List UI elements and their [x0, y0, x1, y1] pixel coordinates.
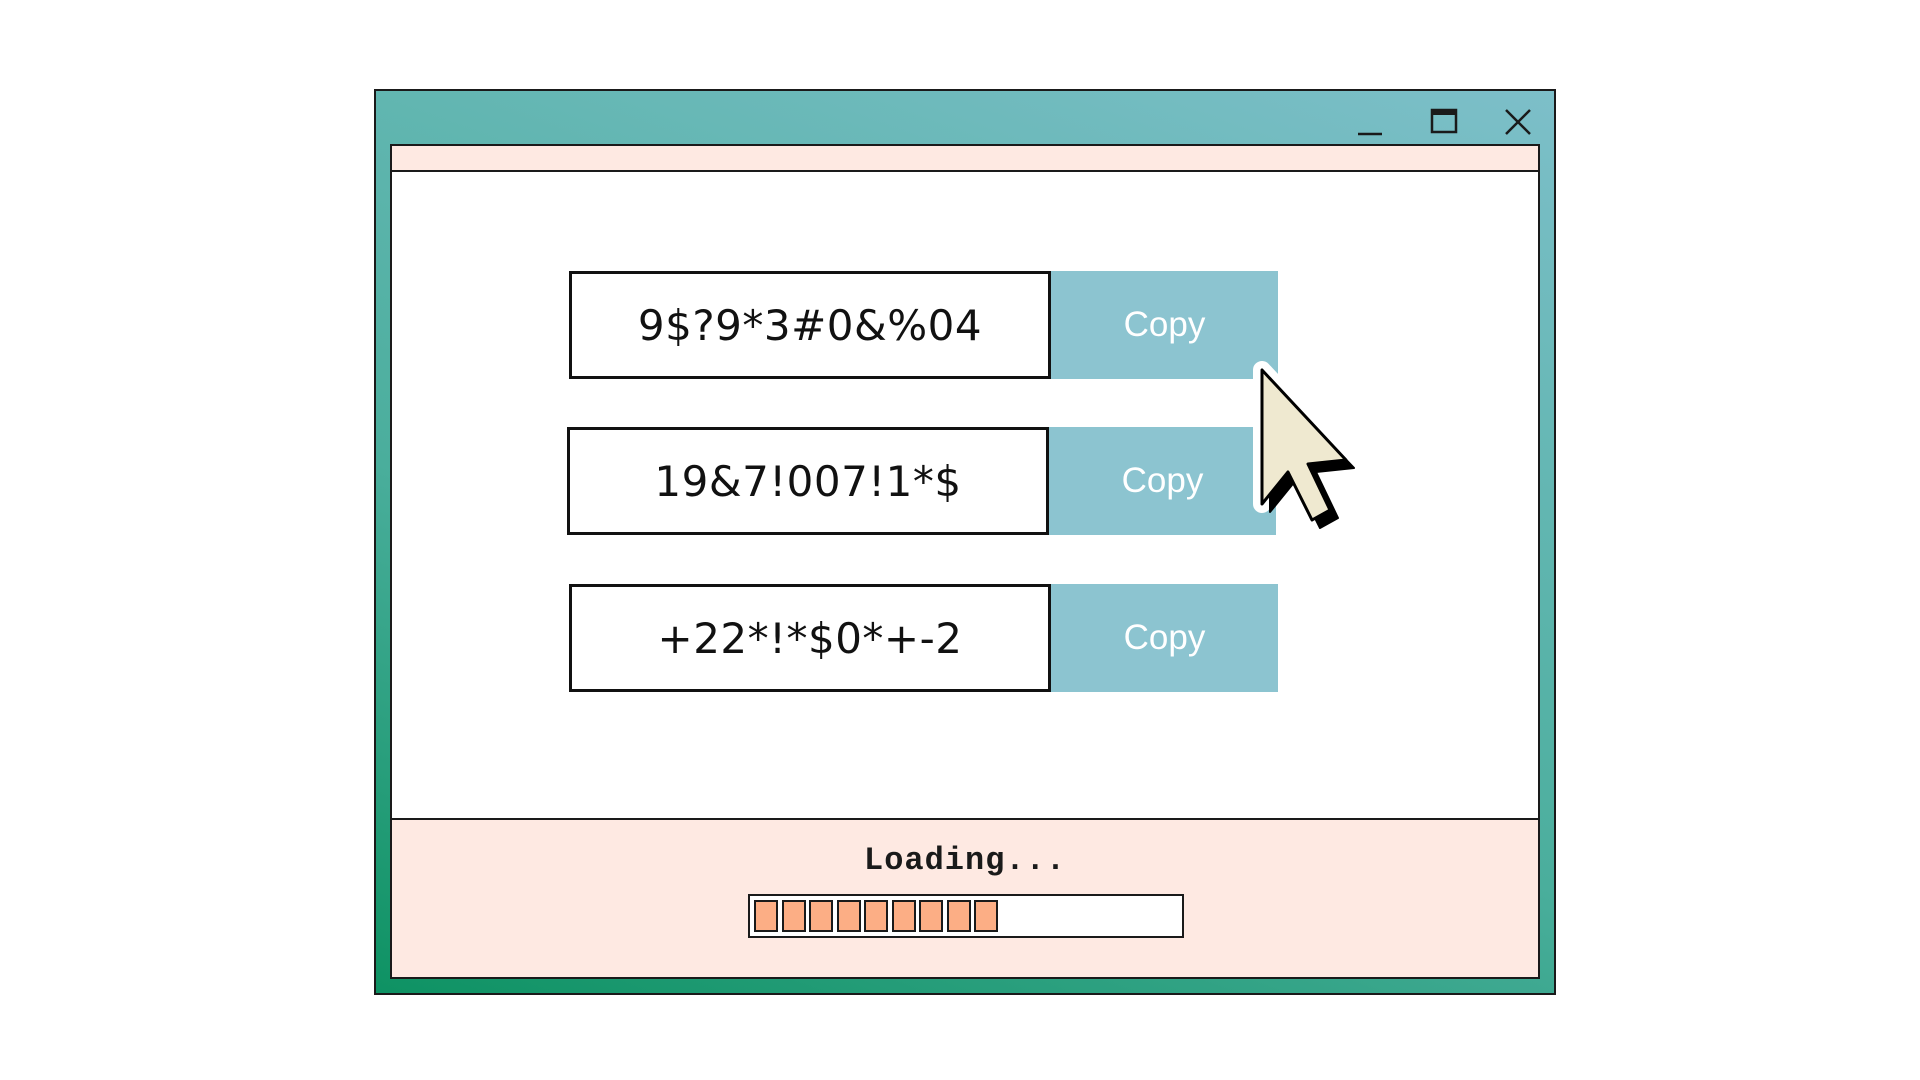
- password-field[interactable]: 9$?9*3#0&%04: [569, 271, 1051, 379]
- window-controls: [1348, 103, 1540, 143]
- status-panel: Loading...: [392, 818, 1538, 977]
- password-row: +22*!*$0*+-2 Copy: [569, 584, 1278, 692]
- progress-segment: [946, 900, 971, 932]
- progress-segment: [891, 900, 916, 932]
- progress-bar: [748, 894, 1184, 938]
- progress-segment: [864, 900, 888, 932]
- copy-button[interactable]: Copy: [1051, 584, 1278, 692]
- close-button[interactable]: [1496, 103, 1540, 143]
- desktop: 9$?9*3#0&%04 Copy 19&7!007!1*$ Copy +22*…: [0, 0, 1920, 1080]
- maximize-icon: [1430, 108, 1458, 134]
- minimize-icon: [1358, 132, 1382, 136]
- password-field[interactable]: +22*!*$0*+-2: [569, 584, 1051, 692]
- progress-segment: [754, 900, 778, 932]
- copy-button[interactable]: Copy: [1049, 427, 1276, 535]
- progress-segment: [836, 900, 861, 932]
- progress-segment: [809, 900, 833, 932]
- password-field[interactable]: 19&7!007!1*$: [567, 427, 1049, 535]
- loading-label: Loading...: [863, 842, 1067, 879]
- password-row: 19&7!007!1*$ Copy: [567, 427, 1276, 535]
- window-client-area: 9$?9*3#0&%04 Copy 19&7!007!1*$ Copy +22*…: [390, 144, 1540, 979]
- progress-segment: [781, 900, 806, 932]
- password-list: 9$?9*3#0&%04 Copy 19&7!007!1*$ Copy +22*…: [392, 172, 1538, 820]
- close-icon: [1505, 109, 1531, 135]
- copy-button[interactable]: Copy: [1051, 271, 1278, 379]
- progress-segment: [919, 900, 943, 932]
- progress-segment: [974, 900, 998, 932]
- password-row: 9$?9*3#0&%04 Copy: [569, 271, 1278, 379]
- app-window: 9$?9*3#0&%04 Copy 19&7!007!1*$ Copy +22*…: [374, 89, 1556, 995]
- minimize-button[interactable]: [1348, 103, 1392, 143]
- maximize-button[interactable]: [1422, 103, 1466, 143]
- menu-bar: [392, 146, 1538, 172]
